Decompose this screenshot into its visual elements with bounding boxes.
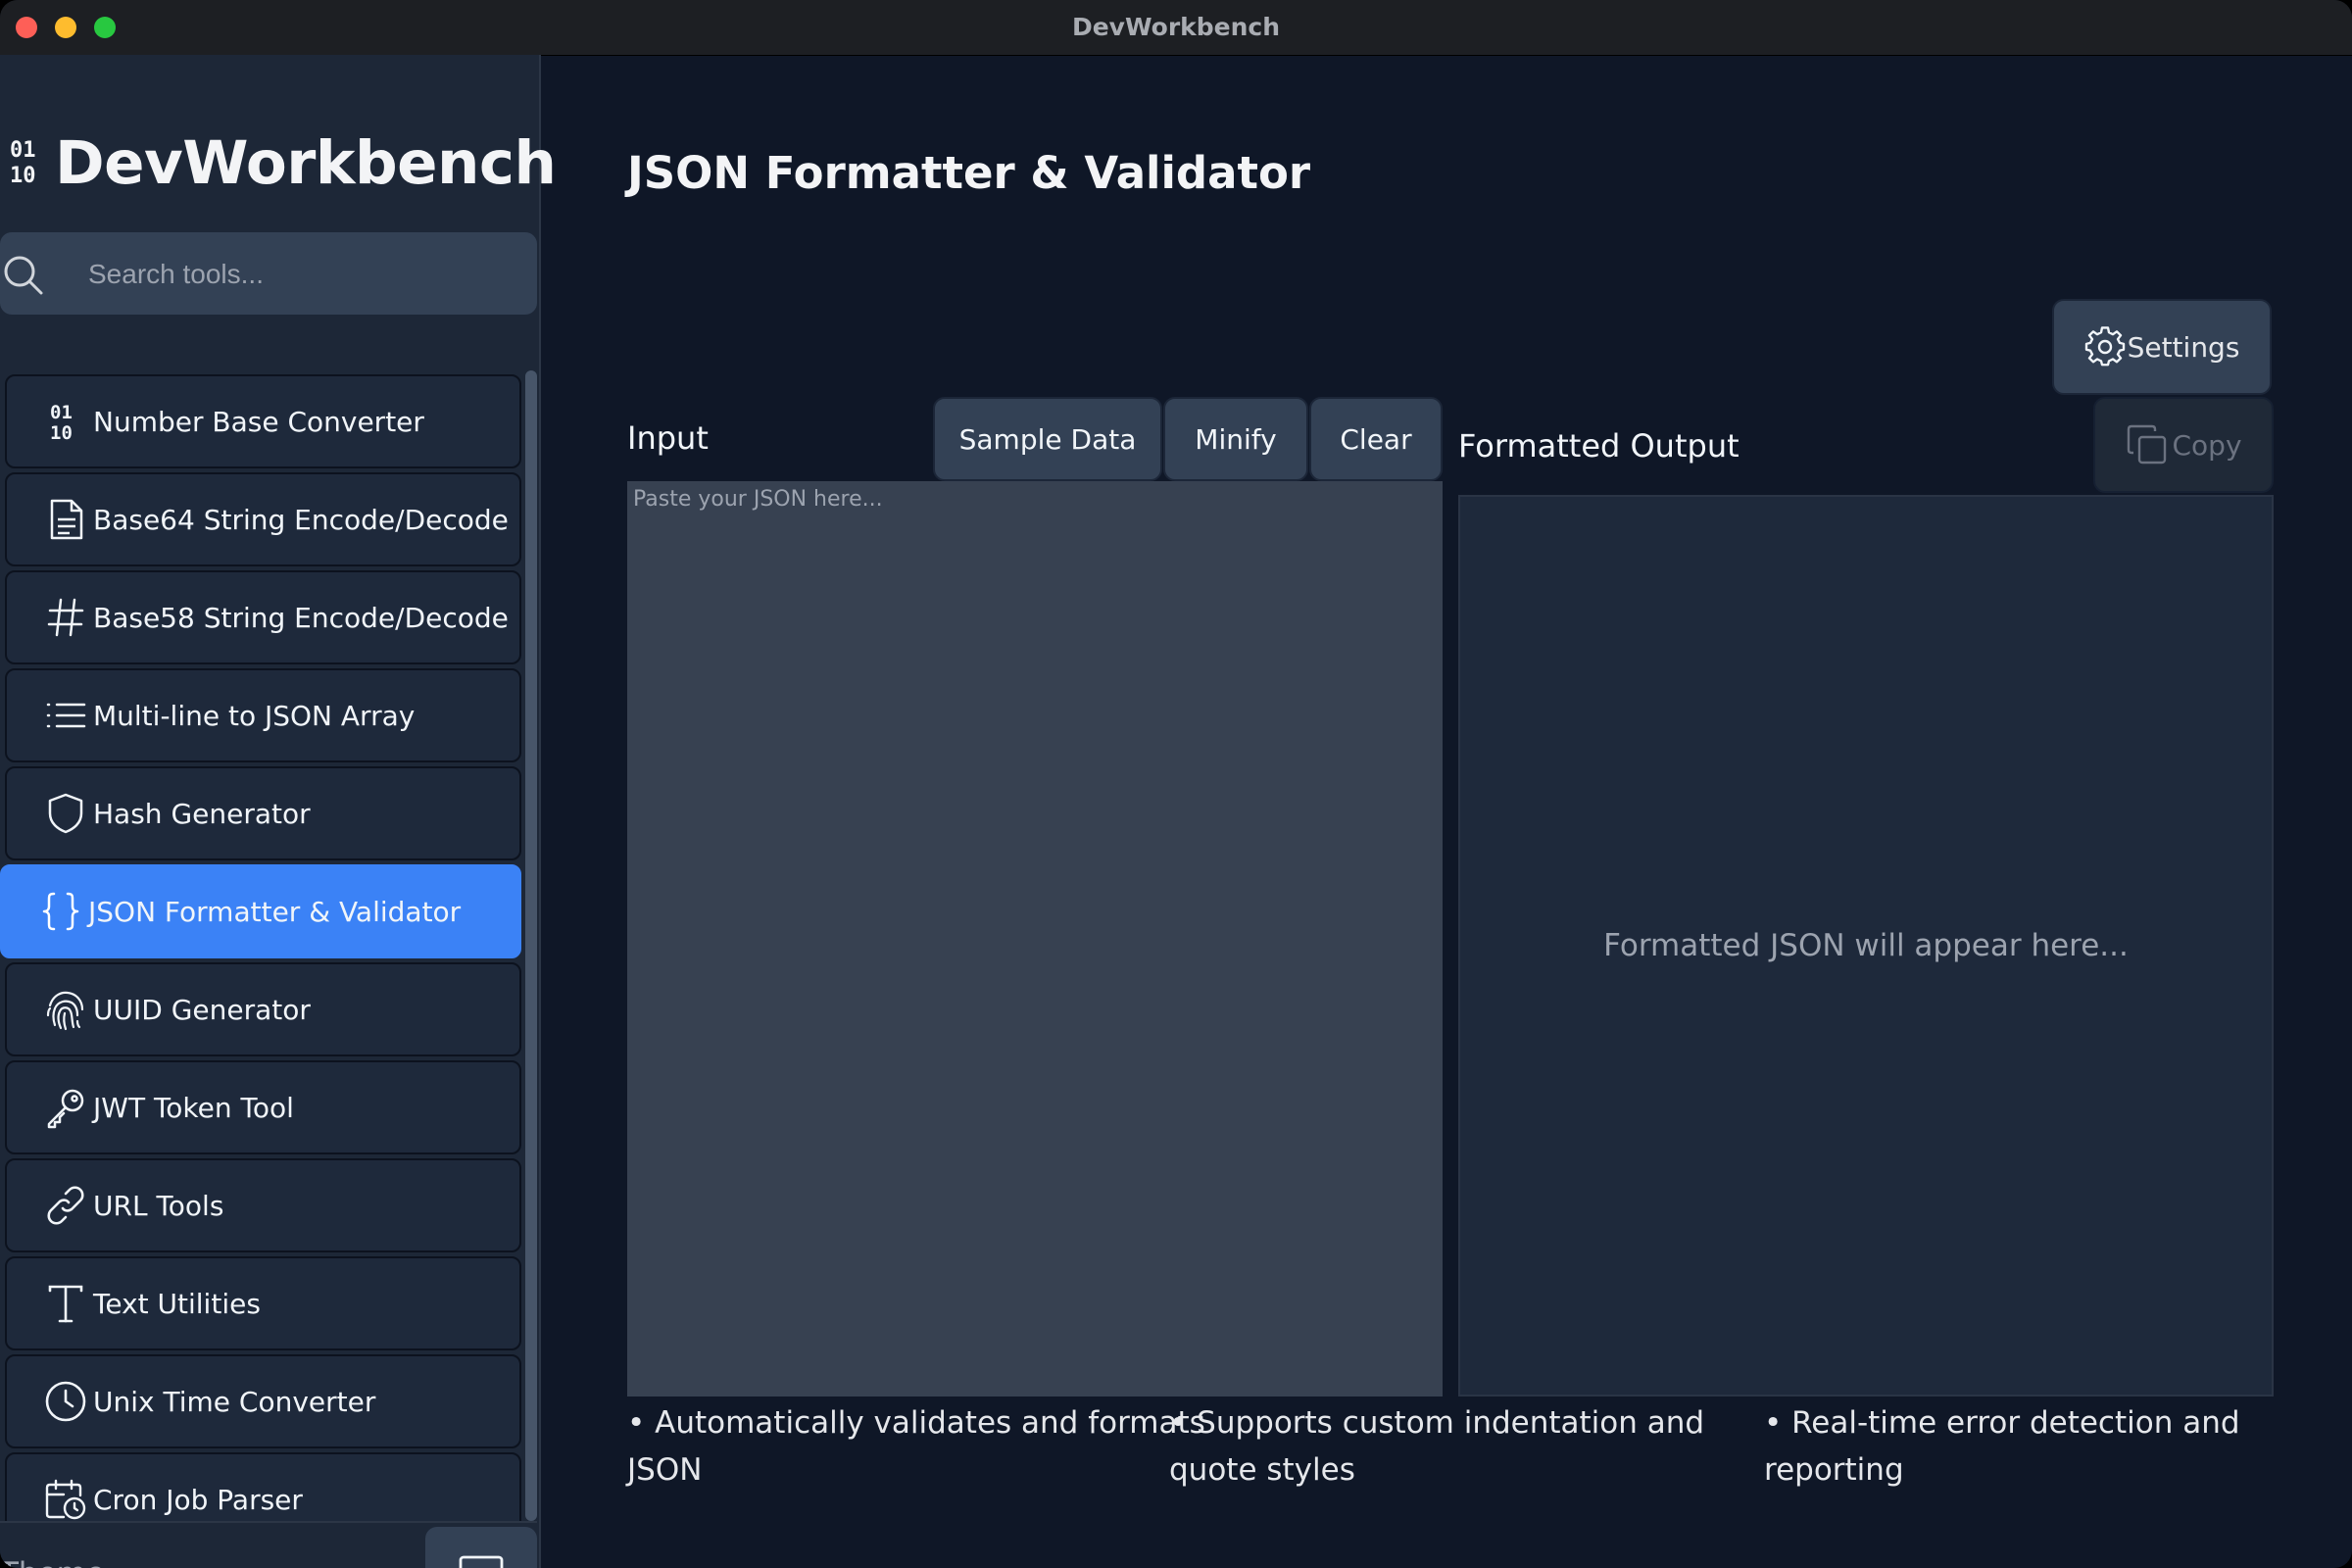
sidebar-item-text-utilities[interactable]: Text Utilities — [5, 1256, 521, 1350]
monitor-icon — [459, 1555, 504, 1568]
gear-icon — [2084, 326, 2125, 367]
sidebar-item-label: Base58 String Encode/Decode — [93, 601, 509, 634]
search-input[interactable] — [86, 254, 521, 295]
svg-text:10: 10 — [50, 422, 73, 443]
sidebar-item-base58[interactable]: Base58 String Encode/Decode — [5, 570, 521, 664]
sidebar-item-label: UUID Generator — [93, 993, 311, 1026]
binary-icon: 01 10 — [10, 138, 36, 188]
sidebar-item-label: Unix Time Converter — [93, 1385, 376, 1418]
search-icon — [4, 256, 43, 295]
clock-icon — [44, 1380, 87, 1423]
sidebar-item-base64[interactable]: Base64 String Encode/Decode — [5, 472, 521, 566]
feature-item: • Automatically validates and formats JS… — [627, 1405, 1205, 1488]
settings-label: Settings — [2127, 330, 2240, 364]
settings-button[interactable]: Settings — [2052, 299, 2272, 395]
sidebar-item-label: Number Base Converter — [93, 405, 424, 438]
key-icon — [44, 1086, 87, 1129]
hash-icon — [44, 596, 87, 639]
sidebar-item-label: Cron Job Parser — [93, 1483, 303, 1516]
sample-data-button[interactable]: Sample Data — [933, 397, 1162, 481]
sidebar-item-url-tools[interactable]: URL Tools — [5, 1158, 521, 1252]
sidebar-item-label: Base64 String Encode/Decode — [93, 503, 509, 536]
theme-toggle-button[interactable] — [425, 1527, 537, 1568]
sidebar-item-label: JWT Token Tool — [93, 1091, 294, 1124]
sidebar-item-uuid-generator[interactable]: UUID Generator — [5, 962, 521, 1056]
calendar-clock-icon — [44, 1478, 87, 1521]
braces-icon — [39, 890, 82, 933]
clear-button[interactable]: Clear — [1309, 397, 1443, 481]
main-content: JSON Formatter & Validator Settings Inpu… — [541, 55, 2352, 1568]
sidebar-item-label: Text Utilities — [93, 1287, 261, 1320]
sidebar-item-number-base-converter[interactable]: 01 10 Number Base Converter — [5, 374, 521, 468]
sidebar-item-label: JSON Formatter & Validator — [88, 895, 462, 928]
page-title: JSON Formatter & Validator — [627, 147, 1311, 199]
app-window: DevWorkbench 01 10 DevWorkbench 01 10 — [0, 0, 2352, 1568]
feature-item: • Real-time error detection and reportin… — [1764, 1405, 2240, 1488]
svg-text:10: 10 — [10, 164, 36, 188]
sidebar-item-json-formatter[interactable]: JSON Formatter & Validator — [0, 864, 521, 958]
binary-icon: 01 10 — [44, 400, 87, 443]
search-box[interactable] — [0, 232, 537, 315]
sidebar-item-label: Multi-line to JSON Array — [93, 699, 416, 732]
sidebar-item-label: URL Tools — [93, 1189, 224, 1222]
sidebar-item-label: Hash Generator — [93, 797, 311, 830]
text-icon — [44, 1282, 87, 1325]
sidebar: 01 10 DevWorkbench 01 10 Number Base Co — [0, 55, 557, 1568]
feature-list: • Automatically validates and formats JS… — [627, 1399, 2293, 1527]
svg-text:01: 01 — [10, 138, 36, 163]
copy-icon — [2128, 424, 2167, 465]
copy-label: Copy — [2172, 428, 2242, 462]
title-bar: DevWorkbench — [0, 0, 2352, 56]
window-title: DevWorkbench — [1071, 13, 1281, 41]
output-placeholder: Formatted JSON will appear here... — [1603, 928, 2129, 963]
list-icon — [44, 694, 87, 737]
input-label: Input — [627, 419, 709, 457]
sidebar-item-hash-generator[interactable]: Hash Generator — [5, 766, 521, 860]
sidebar-item-jwt-token-tool[interactable]: JWT Token Tool — [5, 1060, 521, 1154]
sidebar-item-multiline-json[interactable]: Multi-line to JSON Array — [5, 668, 521, 762]
sidebar-item-cron-job-parser[interactable]: Cron Job Parser — [5, 1452, 521, 1521]
json-input[interactable] — [627, 481, 1443, 1396]
shield-icon — [44, 792, 87, 835]
copy-button[interactable]: Copy — [2093, 397, 2274, 493]
output-label: Formatted Output — [1458, 427, 1740, 465]
formatted-output-panel: Formatted JSON will appear here... — [1458, 495, 2274, 1396]
link-icon — [44, 1184, 87, 1227]
document-icon — [44, 498, 87, 541]
feature-item: • Supports custom indentation and quote … — [1169, 1405, 1705, 1488]
fingerprint-icon — [44, 988, 87, 1031]
minify-button[interactable]: Minify — [1163, 397, 1308, 481]
sidebar-item-unix-time-converter[interactable]: Unix Time Converter — [5, 1354, 521, 1448]
theme-label: Theme — [0, 1556, 105, 1568]
theme-bar: Theme — [0, 1521, 537, 1568]
svg-text:01: 01 — [50, 402, 73, 423]
sidebar-scrollbar[interactable] — [525, 370, 537, 1521]
app-name: DevWorkbench — [55, 127, 557, 198]
tool-list: 01 10 Number Base Converter Base64 Strin… — [0, 318, 523, 1521]
brand: 01 10 DevWorkbench — [8, 114, 557, 212]
